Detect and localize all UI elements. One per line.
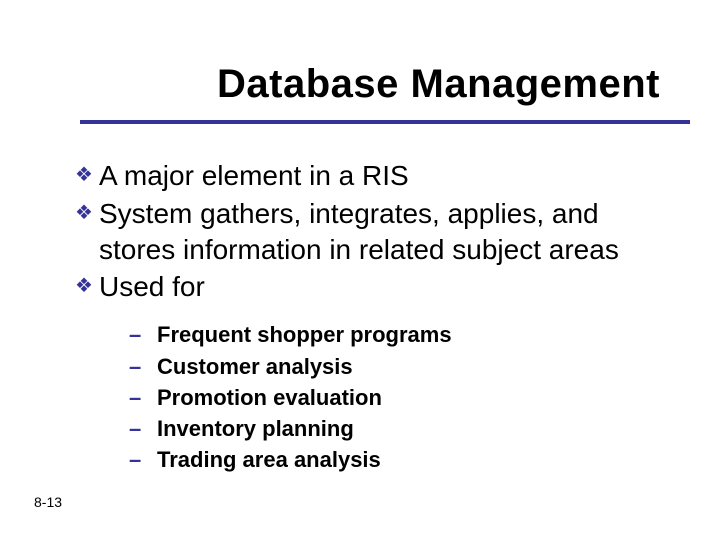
bullet-item: ❖ A major element in a RIS (75, 158, 660, 194)
list-item: – Frequent shopper programs (129, 319, 660, 350)
bullet-item: ❖ System gathers, integrates, applies, a… (75, 196, 660, 268)
list-item: – Promotion evaluation (129, 382, 660, 413)
diamond-bullet-icon: ❖ (75, 158, 99, 189)
list-item: – Inventory planning (129, 413, 660, 444)
sub-text: Trading area analysis (157, 444, 660, 475)
slide: Database Management ❖ A major element in… (0, 0, 720, 540)
dash-bullet-icon: – (129, 351, 157, 382)
bullet-text: Used for (99, 269, 660, 305)
sub-text: Frequent shopper programs (157, 319, 660, 350)
bullet-text: A major element in a RIS (99, 158, 660, 194)
page-title: Database Management (217, 62, 660, 107)
list-item: – Trading area analysis (129, 444, 660, 475)
bullet-text: System gathers, integrates, applies, and… (99, 196, 660, 268)
sub-text: Inventory planning (157, 413, 660, 444)
sub-text: Customer analysis (157, 351, 660, 382)
dash-bullet-icon: – (129, 319, 157, 350)
bullet-item: ❖ Used for (75, 269, 660, 305)
list-item: – Customer analysis (129, 351, 660, 382)
content: ❖ A major element in a RIS ❖ System gath… (75, 158, 660, 475)
dash-bullet-icon: – (129, 444, 157, 475)
sub-text: Promotion evaluation (157, 382, 660, 413)
diamond-bullet-icon: ❖ (75, 269, 99, 300)
title-underline (80, 120, 690, 124)
page-number: 8-13 (34, 494, 62, 510)
dash-bullet-icon: – (129, 413, 157, 444)
sub-list: – Frequent shopper programs – Customer a… (129, 319, 660, 475)
diamond-bullet-icon: ❖ (75, 196, 99, 227)
dash-bullet-icon: – (129, 382, 157, 413)
